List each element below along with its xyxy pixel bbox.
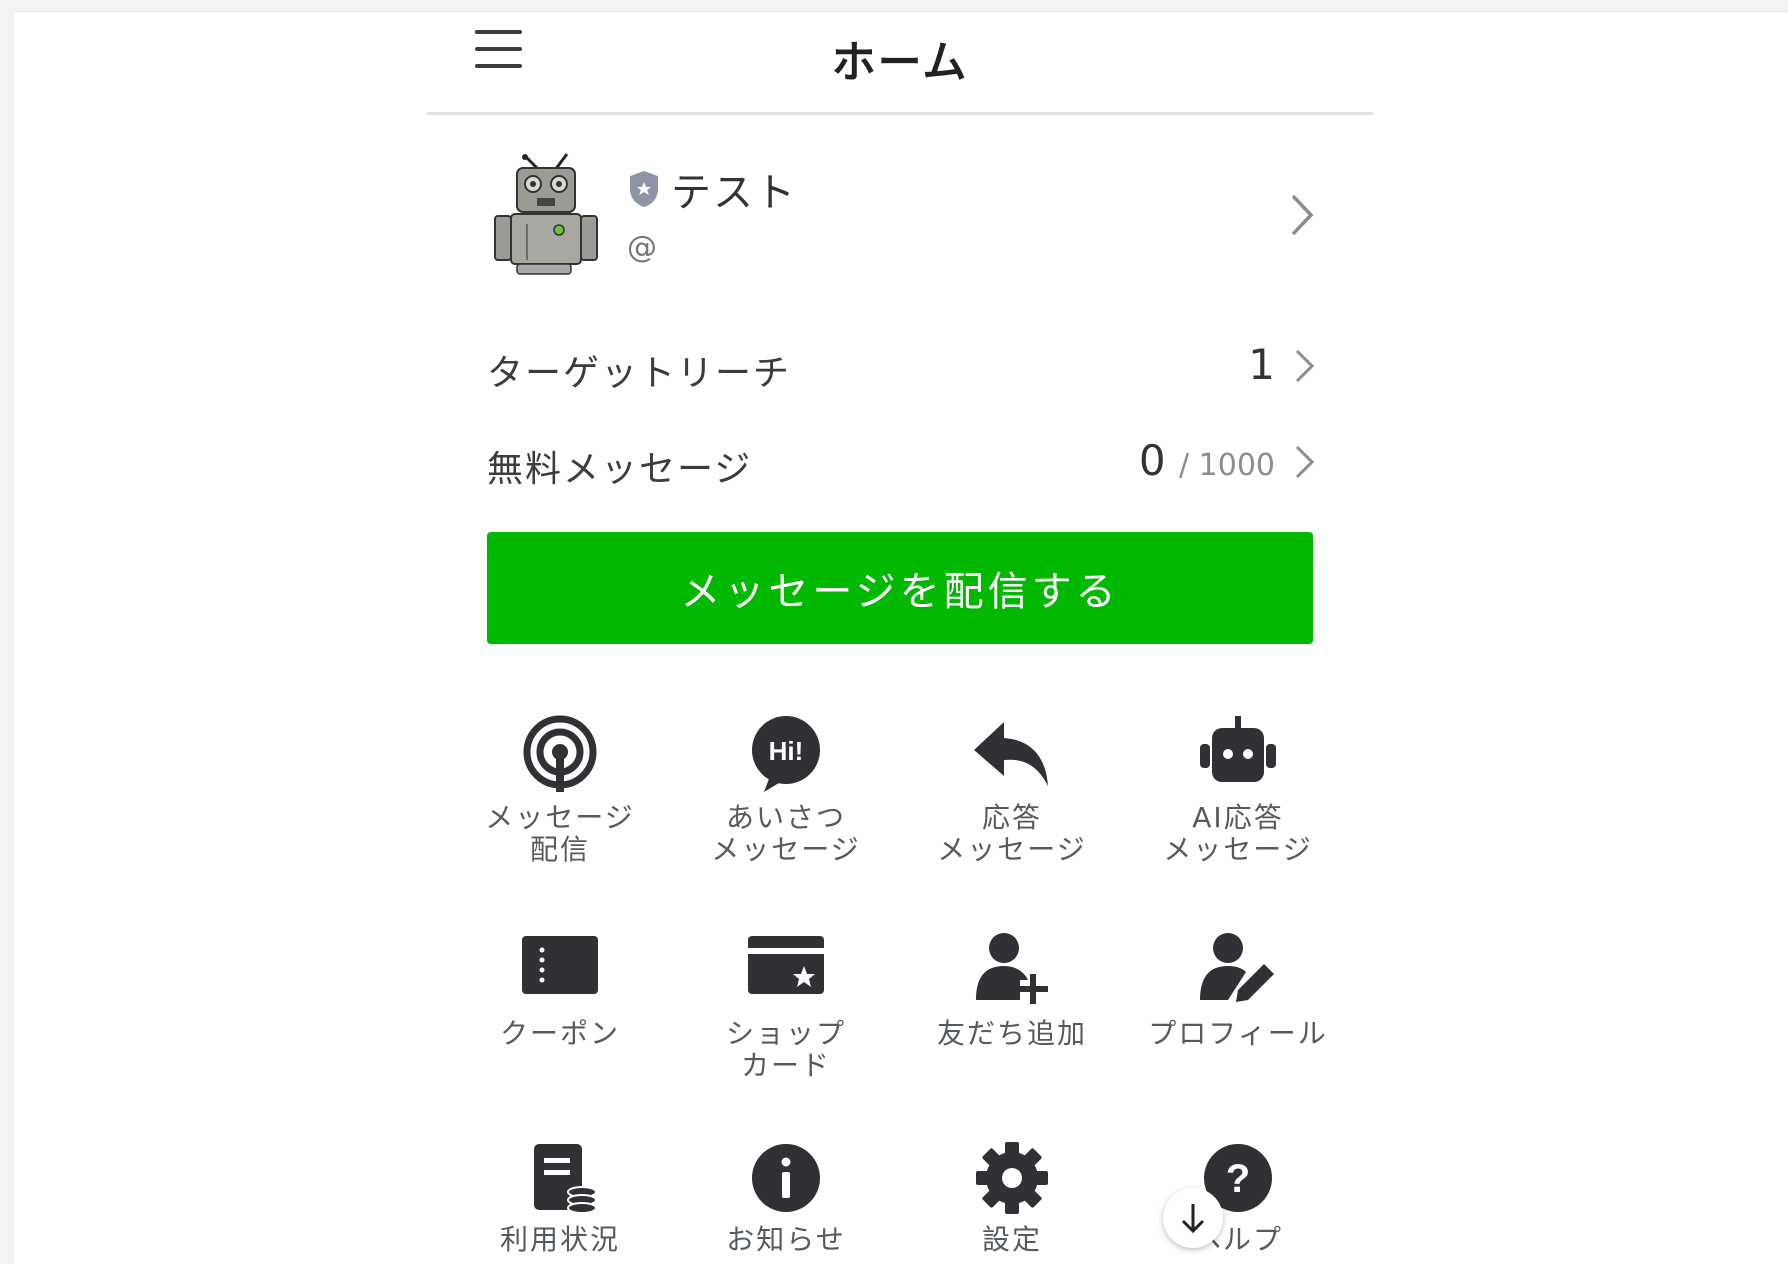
profile-edit-icon — [1200, 933, 1274, 1002]
menu-item-label: クーポン — [499, 1017, 620, 1050]
menu-item-label: AI応答 メッセージ — [1163, 801, 1313, 866]
menu-item-shop-card[interactable]: ショップ カード — [676, 930, 896, 1082]
menu-item-usage[interactable]: 利用状況 — [450, 1140, 670, 1256]
menu-item-add-friend[interactable]: 友だち追加 — [902, 930, 1122, 1050]
account-name-row: テスト — [627, 164, 797, 216]
coupon-icon — [522, 936, 598, 994]
free-message-label: 無料メッセージ — [487, 449, 753, 490]
shop-card-icon — [748, 936, 824, 994]
menu-item-label: 応答 メッセージ — [937, 801, 1087, 866]
account-id: @ — [627, 230, 657, 265]
chevron-right-icon — [1291, 194, 1314, 236]
account-name: テスト — [671, 170, 797, 216]
gear-icon — [976, 1142, 1048, 1214]
menu-item-profile[interactable]: プロフィール — [1128, 930, 1348, 1050]
target-reach-label: ターゲットリーチ — [487, 353, 792, 394]
info-icon — [752, 1144, 820, 1212]
usage-document-icon — [534, 1144, 597, 1214]
chevron-right-icon — [1295, 445, 1315, 479]
greeting-hi-icon: Hi! — [752, 716, 820, 792]
menu-item-label: あいさつ メッセージ — [711, 801, 861, 866]
window-top-border — [0, 0, 1788, 12]
menu-item-greeting[interactable]: Hi! あいさつ メッセージ — [676, 714, 896, 866]
menu-item-label: メッセージ 配信 — [485, 801, 635, 866]
menu-item-label: 利用状況 — [499, 1223, 620, 1256]
menu-item-help[interactable]: ? ヘルプ — [1128, 1140, 1348, 1256]
menu-item-label: お知らせ — [726, 1223, 846, 1256]
svg-text:?: ? — [1226, 1157, 1250, 1201]
broadcast-icon — [523, 715, 597, 792]
chevron-right-icon — [1295, 349, 1315, 383]
free-message-row[interactable]: 無料メッセージ 0 / 1000 — [487, 426, 1315, 496]
free-message-quota: / 1000 — [1179, 448, 1275, 483]
menu-item-broadcast[interactable]: メッセージ 配信 — [450, 714, 670, 866]
menu-item-label: 設定 — [981, 1223, 1042, 1256]
shield-icon — [630, 171, 658, 207]
add-friend-icon — [976, 933, 1048, 1004]
menu-item-settings[interactable]: 設定 — [902, 1140, 1122, 1256]
menu-item-label: 友だち追加 — [936, 1017, 1087, 1050]
target-reach-value: 1 — [1248, 340, 1275, 389]
scroll-down-button[interactable] — [1163, 1188, 1223, 1248]
menu-item-news[interactable]: お知らせ — [676, 1140, 896, 1256]
menu-item-label: ヘルプ — [1192, 1223, 1283, 1256]
target-reach-row[interactable]: ターゲットリーチ 1 — [487, 330, 1315, 400]
free-message-value: 0 / 1000 — [1138, 436, 1275, 485]
left-gutter — [0, 11, 14, 1264]
menu-item-label: プロフィール — [1148, 1017, 1328, 1050]
robot-avatar — [494, 153, 598, 275]
reply-arrow-icon — [974, 722, 1048, 786]
menu-item-auto-reply[interactable]: 応答 メッセージ — [902, 714, 1122, 866]
account-summary[interactable]: テスト @ — [487, 150, 1315, 290]
svg-text:Hi!: Hi! — [769, 736, 804, 766]
robot-icon — [1200, 716, 1276, 782]
menu-item-label: ショップ カード — [725, 1017, 846, 1082]
page-title: ホーム — [831, 37, 969, 88]
menu-item-coupon[interactable]: クーポン — [450, 930, 670, 1050]
arrow-down-icon — [1181, 1204, 1205, 1234]
menu-item-ai-reply[interactable]: AI応答 メッセージ — [1128, 714, 1348, 866]
send-message-button[interactable]: メッセージを配信する — [487, 532, 1313, 644]
app-header: ホーム — [427, 12, 1373, 115]
